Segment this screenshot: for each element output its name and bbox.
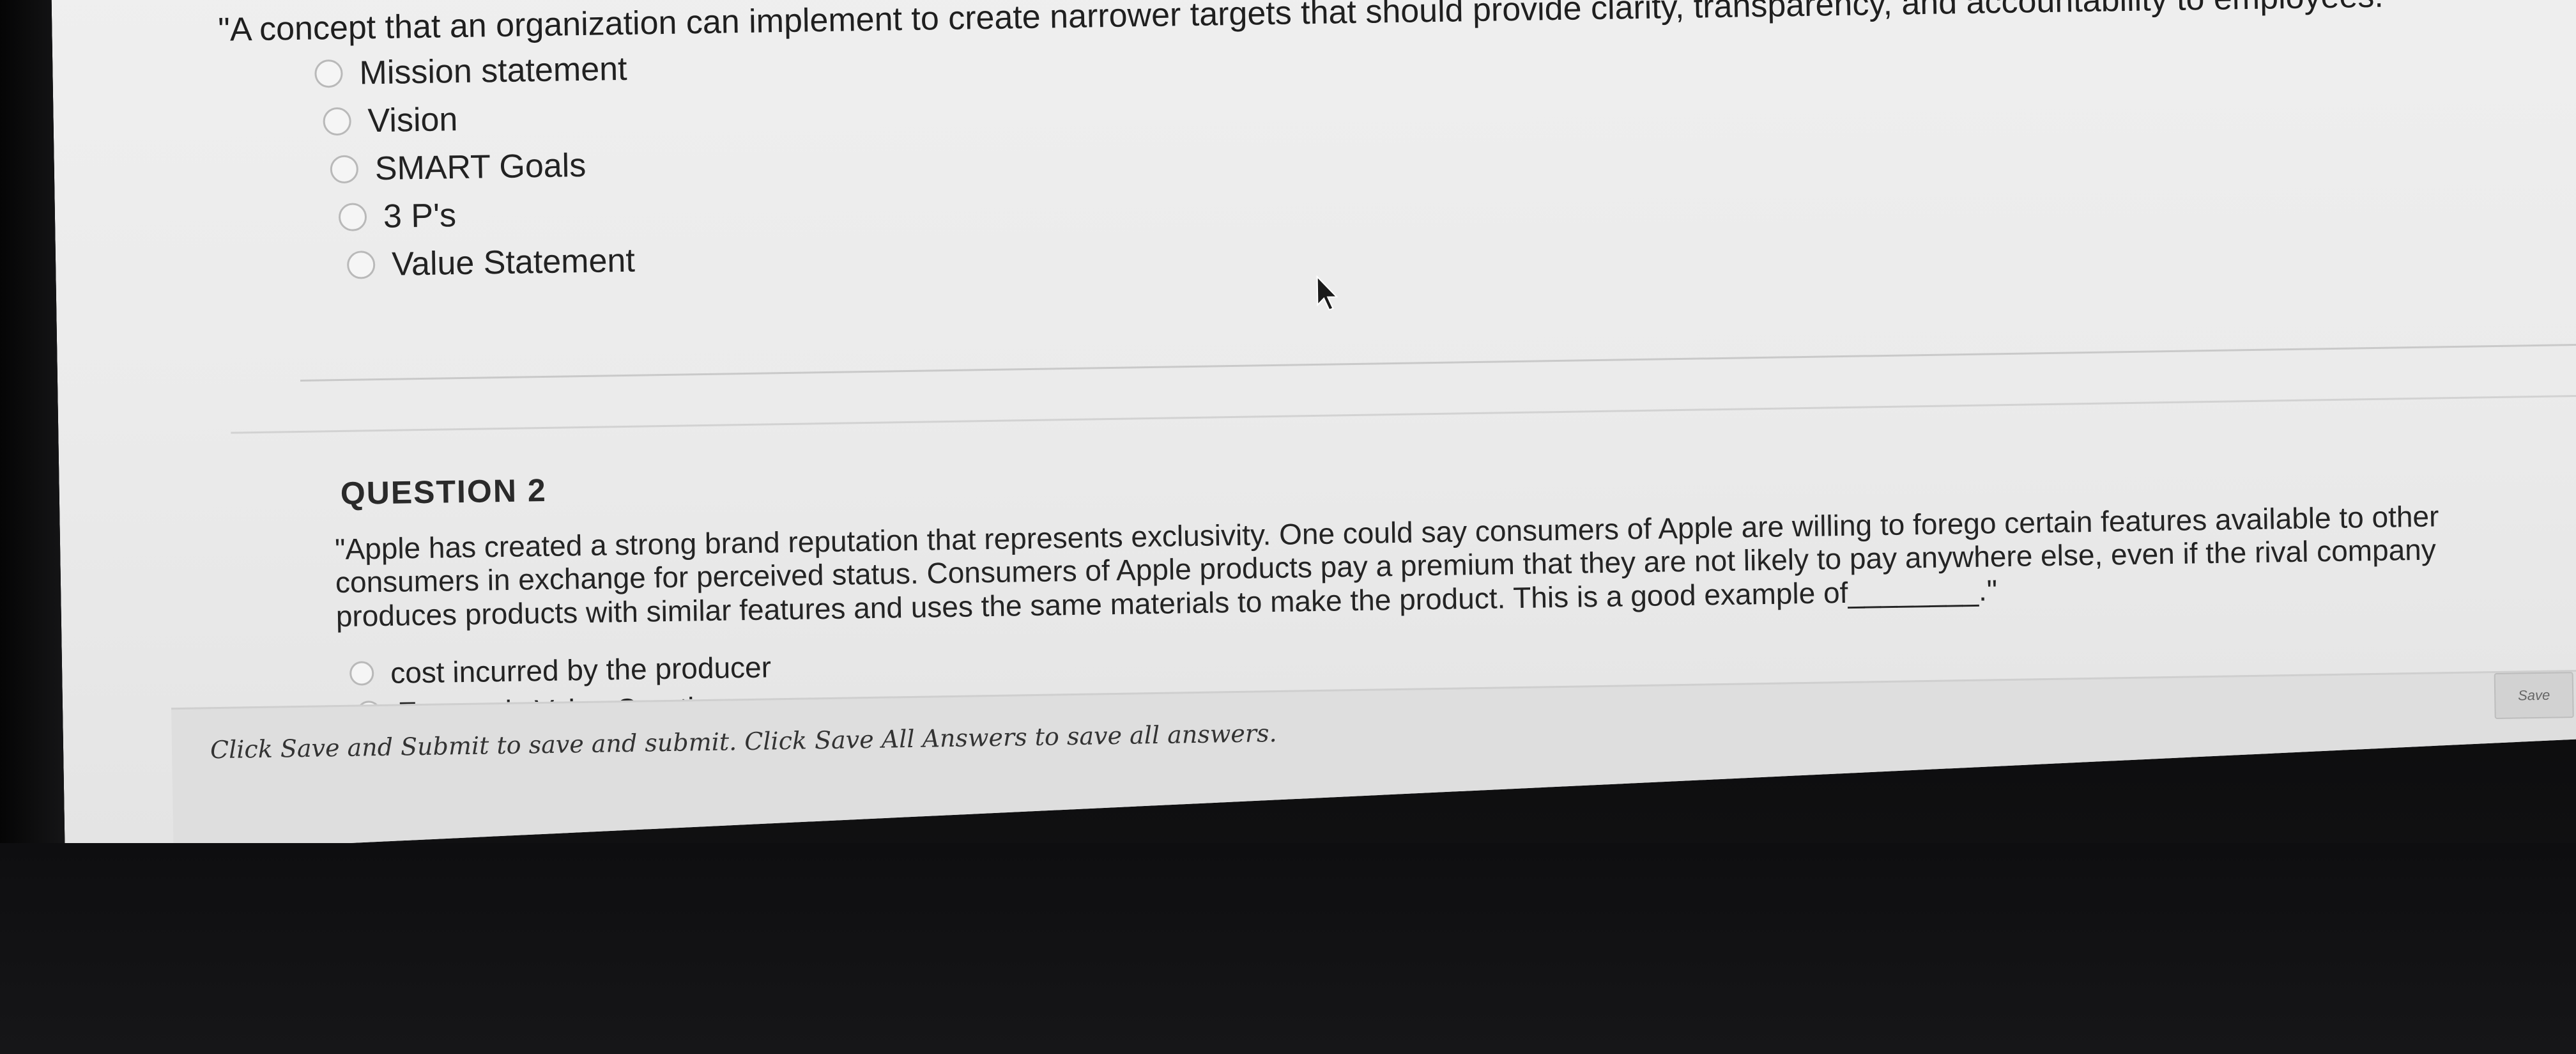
radio-button[interactable] bbox=[330, 155, 359, 183]
radio-button[interactable] bbox=[339, 203, 367, 231]
question-1: "A concept that an organization can impl… bbox=[218, 0, 2576, 291]
desk-shadow bbox=[0, 843, 2576, 1054]
radio-button[interactable] bbox=[347, 251, 376, 279]
radio-button[interactable] bbox=[323, 107, 351, 136]
save-button[interactable]: Save bbox=[2494, 672, 2574, 719]
option-label: Value Statement bbox=[391, 242, 636, 283]
option-label: SMART Goals bbox=[374, 146, 586, 187]
question-2-heading: QUESTION 2 bbox=[340, 472, 548, 511]
photo-stage: "A concept that an organization can impl… bbox=[0, 0, 2576, 1054]
radio-button[interactable] bbox=[349, 661, 374, 686]
question-2-text: "Apple has created a strong brand reputa… bbox=[334, 499, 2439, 633]
option-label: cost incurred by the producer bbox=[390, 650, 772, 690]
option-label: 3 P's bbox=[383, 196, 457, 235]
question-1-options: Mission statement Vision SMART Goals 3 P… bbox=[314, 14, 2576, 290]
question-divider bbox=[231, 394, 2576, 433]
option-cost-incurred[interactable]: cost incurred by the producer bbox=[349, 647, 772, 693]
radio-button[interactable] bbox=[314, 59, 343, 88]
mouse-cursor-icon bbox=[1315, 274, 1341, 313]
option-label: Mission statement bbox=[359, 50, 627, 92]
option-label: Vision bbox=[367, 100, 458, 140]
question-divider bbox=[300, 343, 2576, 382]
submit-instructions: Click Save and Submit to save and submit… bbox=[210, 719, 1277, 764]
browser-screen: "A concept that an organization can impl… bbox=[51, 0, 2576, 856]
